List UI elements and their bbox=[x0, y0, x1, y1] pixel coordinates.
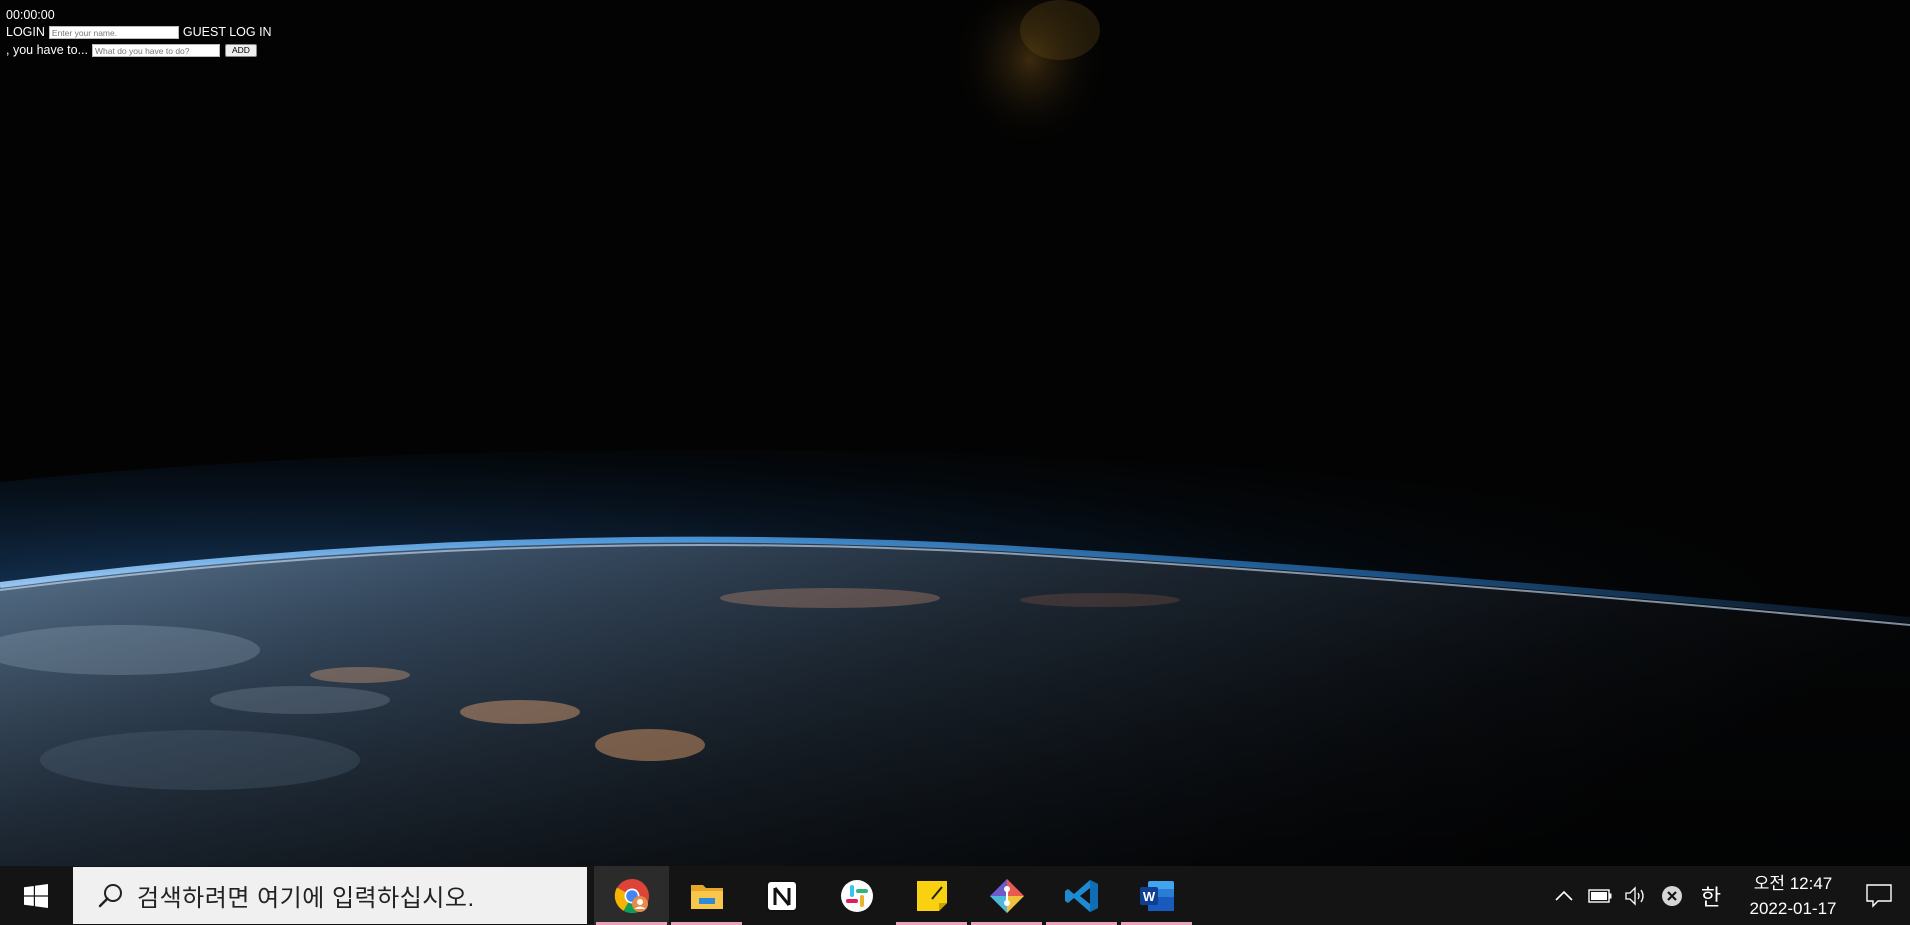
taskbar: 검색하려면 여기에 입력하십시오. W 한 오전 12:47 2022-01-1… bbox=[0, 866, 1910, 925]
taskbar-app-git-client[interactable] bbox=[969, 866, 1044, 925]
search-placeholder: 검색하려면 여기에 입력하십시오. bbox=[137, 885, 475, 912]
taskbar-app-chrome[interactable] bbox=[594, 866, 669, 925]
action-center-button[interactable] bbox=[1848, 866, 1910, 925]
taskbar-app-vscode[interactable] bbox=[1044, 866, 1119, 925]
battery-icon bbox=[1588, 888, 1612, 903]
ime-indicator[interactable]: 한 bbox=[1690, 866, 1732, 925]
vscode-icon bbox=[1064, 879, 1098, 912]
word-icon: W bbox=[1139, 880, 1174, 911]
pinned-apps: W bbox=[594, 866, 1194, 925]
battery-button[interactable] bbox=[1582, 866, 1618, 925]
notification-icon bbox=[1866, 883, 1892, 908]
network-status-button[interactable] bbox=[1654, 866, 1690, 925]
guest-login-button[interactable]: GUEST LOG IN bbox=[183, 24, 272, 41]
login-form: LOGIN GUEST LOG IN bbox=[6, 24, 272, 41]
taskbar-search-box[interactable]: 검색하려면 여기에 입력하십시오. bbox=[73, 867, 587, 924]
clock-time: 오전 12:47 bbox=[1753, 873, 1833, 893]
chrome-icon bbox=[614, 878, 649, 913]
taskbar-app-slack[interactable] bbox=[819, 866, 894, 925]
svg-text:W: W bbox=[1142, 889, 1155, 904]
network-disconnected-icon bbox=[1662, 885, 1682, 906]
momentum-app: 00:00:00 LOGIN GUEST LOG IN , you have t… bbox=[6, 7, 272, 59]
todo-prefix-label: , you have to... bbox=[6, 43, 88, 57]
git-kraken-icon bbox=[989, 878, 1024, 913]
taskbar-app-sticky-notes[interactable] bbox=[894, 866, 969, 925]
speaker-icon bbox=[1625, 885, 1644, 906]
desktop-wallpaper bbox=[0, 0, 1910, 866]
volume-button[interactable] bbox=[1618, 866, 1654, 925]
sticky-notes-icon bbox=[916, 880, 947, 911]
start-button[interactable] bbox=[0, 866, 72, 925]
windows-logo-icon bbox=[24, 883, 48, 908]
slack-icon bbox=[840, 879, 873, 912]
show-hidden-icons-button[interactable] bbox=[1546, 866, 1582, 925]
system-tray: 한 오전 12:47 2022-01-17 bbox=[1546, 866, 1910, 925]
file-explorer-icon bbox=[690, 884, 723, 909]
taskbar-app-notion[interactable] bbox=[744, 866, 819, 925]
chevron-up-icon bbox=[1555, 890, 1573, 901]
taskbar-app-word[interactable]: W bbox=[1119, 866, 1194, 925]
todo-form: , you have to... ADD bbox=[6, 42, 272, 59]
clock-date: 2022-01-17 bbox=[1749, 898, 1837, 918]
taskbar-app-file-explorer[interactable] bbox=[669, 866, 744, 925]
name-input[interactable] bbox=[48, 26, 179, 39]
taskbar-clock[interactable]: 오전 12:47 2022-01-17 bbox=[1738, 871, 1848, 921]
add-button[interactable]: ADD bbox=[225, 44, 257, 57]
search-icon bbox=[85, 882, 137, 910]
login-label: LOGIN bbox=[6, 25, 45, 39]
notion-icon bbox=[765, 879, 798, 912]
todo-input[interactable] bbox=[92, 44, 220, 57]
clock-timer: 00:00:00 bbox=[6, 8, 55, 22]
